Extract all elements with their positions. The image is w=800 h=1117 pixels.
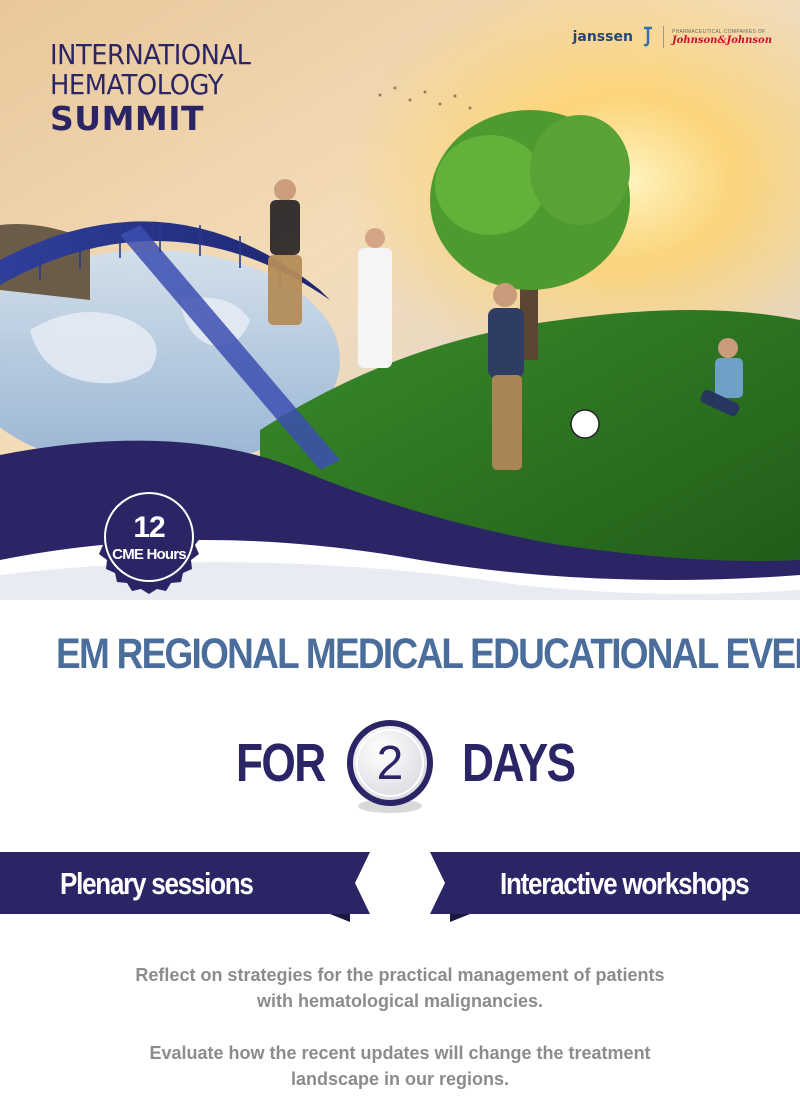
figure-man-kicking [488,283,524,470]
jj-logo: PHARMACEUTICAL COMPANIES OF Johnson&John… [672,29,772,46]
objective-paragraph-1: Reflect on strategies for the practical … [60,962,740,1014]
objective-2-line-2: landscape in our regions. [290,1069,510,1089]
sponsor-logo: janssen PHARMACEUTICAL COMPANIES OF John… [573,26,772,48]
jj-wordmark: Johnson&Johnson [671,34,772,46]
logo-divider [662,26,664,48]
cme-hours-number: 12 [133,510,165,544]
duration-suffix: DAYS [462,733,576,793]
ribbon-plenary: Plenary sessions [0,852,370,922]
duration-row: FOR 2 DAYS [0,714,800,814]
event-headline: EM REGIONAL MEDICAL EDUCATIONAL EVENT [56,630,800,678]
title-line-summit: SUMMIT [50,99,205,138]
ribbon-plenary-label: Plenary sessions [60,866,254,901]
objective-1-line-2: with hematological malignancies. [256,991,544,1011]
cme-hours-label: CME Hours [112,545,186,563]
ribbon-workshops-label: Interactive workshops [500,866,750,901]
title-line-international: INTERNATIONAL [50,38,251,71]
duration-prefix: FOR [236,733,326,793]
figure-elderly-man [268,179,302,325]
title-line-hematology: HEMATOLOGY [50,68,224,101]
objective-2-line-1: Evaluate how the recent updates will cha… [149,1043,651,1063]
janssen-mark-icon [643,26,652,47]
duration-number: 2 [376,736,404,790]
objective-paragraph-2: Evaluate how the recent updates will cha… [60,1040,740,1092]
figure-doctor [358,228,392,368]
cme-badge: 12 CME Hours [90,478,208,596]
ribbon-workshops: Interactive workshops [430,852,800,922]
event-title: INTERNATIONAL HEMATOLOGY SUMMIT [50,40,268,138]
janssen-logo-text: janssen [572,29,633,45]
objective-1-line-1: Reflect on strategies for the practical … [135,965,665,985]
